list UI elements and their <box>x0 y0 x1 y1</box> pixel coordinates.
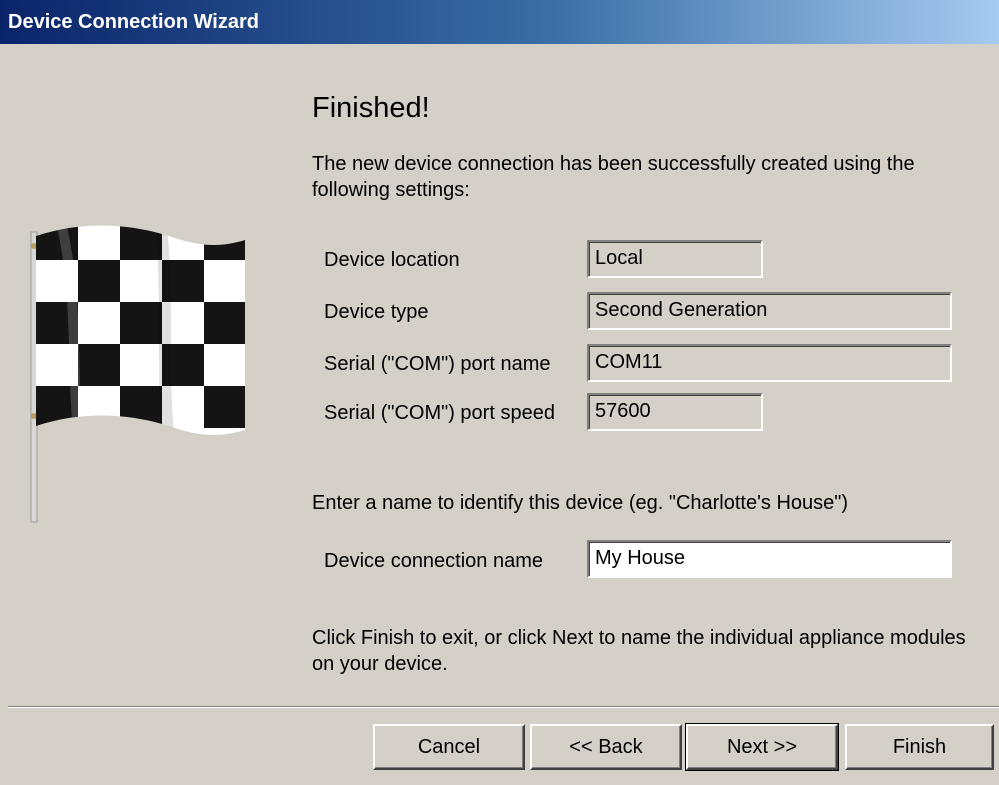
device-location-label: Device location <box>324 249 460 271</box>
com-port-speed-label: Serial ("COM") port speed <box>324 402 555 424</box>
next-button[interactable]: Next >> <box>685 723 839 771</box>
back-button[interactable]: << Back <box>530 724 682 770</box>
connection-name-input[interactable]: My House <box>587 540 952 578</box>
connection-name-label: Device connection name <box>324 550 544 572</box>
intro-text: The new device connection has been succe… <box>312 153 915 201</box>
com-port-name-label: Serial ("COM") port name <box>324 353 551 375</box>
title-bar: Device Connection Wizard <box>0 0 999 44</box>
device-location-field: Local <box>587 240 763 278</box>
checkered-flag-icon <box>30 225 245 523</box>
name-prompt-text: Enter a name to identify this device (eg… <box>312 492 849 514</box>
footer-separator <box>8 706 999 708</box>
device-type-label: Device type <box>324 301 429 323</box>
device-type-field: Second Generation <box>587 292 952 330</box>
cancel-button[interactable]: Cancel <box>373 724 525 770</box>
finish-button[interactable]: Finish <box>845 724 994 770</box>
footer-instructions: Click Finish to exit, or click Next to n… <box>312 627 966 675</box>
window-title: Device Connection Wizard <box>8 11 259 33</box>
com-port-name-field: COM11 <box>587 344 952 382</box>
com-port-speed-field: 57600 <box>587 393 763 431</box>
page-heading: Finished! <box>312 92 430 124</box>
